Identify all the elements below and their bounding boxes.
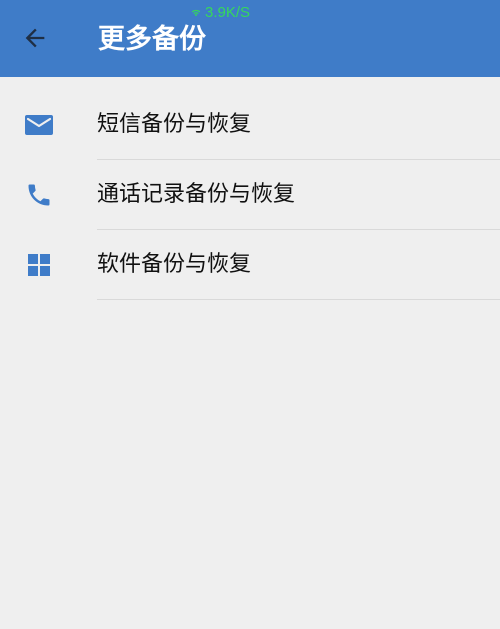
divider <box>97 299 500 300</box>
network-speed-indicator: 3.9K/S <box>190 5 250 20</box>
app-backup-restore-label: 软件备份与恢复 <box>97 252 252 277</box>
wifi-icon <box>190 6 202 18</box>
arrow-left-icon <box>21 24 49 52</box>
apps-grid-icon <box>22 250 56 280</box>
status-bar: 3.9K/S <box>0 0 500 22</box>
phone-icon <box>22 180 56 210</box>
backup-options-list: 短信备份与恢复 通话记录备份与恢复 软件备份与恢复 <box>0 90 500 300</box>
network-speed-text: 3.9K/S <box>204 3 251 21</box>
call-log-backup-restore-item[interactable]: 通话记录备份与恢复 <box>0 160 500 230</box>
sms-backup-restore-item[interactable]: 短信备份与恢复 <box>0 90 500 160</box>
mail-icon <box>22 110 56 140</box>
sms-backup-restore-label: 短信备份与恢复 <box>97 112 252 137</box>
more-backup-screen: 更多备份 3.9K/S 短信备份与恢复 通话记录备份与恢复 软件备份与恢复 <box>0 0 500 629</box>
call-log-backup-restore-label: 通话记录备份与恢复 <box>97 182 296 207</box>
back-button[interactable] <box>19 22 51 54</box>
app-backup-restore-item[interactable]: 软件备份与恢复 <box>0 230 500 300</box>
page-title: 更多备份 <box>98 24 206 55</box>
